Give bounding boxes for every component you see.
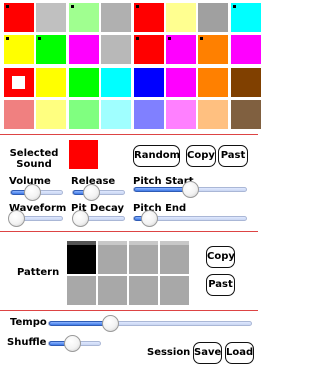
paste-sound-button[interactable]: Past bbox=[218, 145, 248, 167]
pattern-step[interactable] bbox=[67, 245, 96, 274]
slider-thumb[interactable] bbox=[8, 210, 26, 227]
sound-cell[interactable] bbox=[230, 35, 261, 65]
pitch-decay-slider[interactable] bbox=[71, 210, 125, 227]
pattern-grid bbox=[67, 241, 191, 305]
pattern-playhead-segment bbox=[98, 241, 127, 245]
sound-cell[interactable] bbox=[68, 35, 99, 65]
shuffle-label: Shuffle bbox=[7, 337, 47, 348]
release-slider[interactable] bbox=[72, 184, 125, 201]
sound-cell[interactable] bbox=[36, 35, 67, 65]
sound-assigned-dot-icon bbox=[38, 37, 42, 41]
save-button[interactable]: Save bbox=[193, 342, 222, 364]
pattern-playhead-segment bbox=[160, 241, 189, 245]
load-button[interactable]: Load bbox=[225, 342, 254, 364]
sound-cell[interactable] bbox=[166, 100, 196, 130]
session-label: Session bbox=[147, 347, 191, 358]
sound-cell[interactable] bbox=[101, 35, 132, 65]
sound-cell[interactable] bbox=[36, 100, 67, 130]
sound-assigned-dot-icon bbox=[6, 37, 9, 41]
sound-cell[interactable] bbox=[166, 67, 196, 97]
sound-cell[interactable] bbox=[166, 35, 196, 65]
sound-assigned-dot-icon bbox=[70, 5, 74, 8]
sound-cell[interactable] bbox=[101, 100, 132, 130]
slider-thumb[interactable] bbox=[140, 210, 158, 227]
section-divider bbox=[0, 310, 258, 311]
pattern-step[interactable] bbox=[160, 245, 189, 274]
slider-thumb[interactable] bbox=[101, 315, 119, 332]
pattern-playhead-segment bbox=[129, 241, 158, 245]
sound-cell[interactable] bbox=[68, 3, 99, 32]
pitch-end-label: Pitch End bbox=[133, 203, 187, 214]
volume-slider[interactable] bbox=[10, 184, 63, 201]
sound-cell[interactable] bbox=[198, 35, 229, 65]
pattern-step[interactable] bbox=[67, 276, 96, 305]
pattern-step[interactable] bbox=[129, 276, 158, 305]
pattern-playhead-segment bbox=[67, 241, 96, 245]
pitch-start-slider[interactable] bbox=[133, 181, 247, 198]
paste-pattern-button[interactable]: Past bbox=[206, 274, 235, 296]
sound-palette-grid bbox=[4, 3, 261, 130]
pattern-step[interactable] bbox=[98, 276, 127, 305]
selected-sound-swatch bbox=[69, 140, 98, 169]
pattern-label: Pattern bbox=[17, 267, 60, 278]
sound-assigned-dot-icon bbox=[6, 5, 9, 8]
slider-fill bbox=[49, 321, 110, 326]
sound-cell[interactable] bbox=[198, 100, 229, 130]
section-divider bbox=[0, 134, 258, 135]
sound-cell[interactable] bbox=[36, 67, 67, 97]
copy-pattern-button[interactable]: Copy bbox=[206, 246, 235, 268]
tempo-label: Tempo bbox=[10, 317, 47, 328]
sound-cell[interactable] bbox=[230, 67, 261, 97]
sound-assigned-dot-icon bbox=[232, 5, 236, 8]
sound-cell[interactable] bbox=[101, 3, 132, 32]
sound-cell[interactable] bbox=[133, 3, 164, 32]
shuffle-slider[interactable] bbox=[48, 335, 101, 352]
sound-assigned-dot-icon bbox=[135, 5, 139, 8]
sound-cell[interactable] bbox=[230, 3, 261, 32]
sound-cell[interactable] bbox=[4, 35, 34, 65]
sound-cell[interactable] bbox=[230, 100, 261, 130]
sound-cell[interactable] bbox=[133, 100, 164, 130]
sound-cell[interactable] bbox=[133, 67, 164, 97]
sound-cell[interactable] bbox=[133, 35, 164, 65]
sound-cell[interactable] bbox=[68, 100, 99, 130]
slider-thumb[interactable] bbox=[63, 335, 81, 352]
selected-marker-icon bbox=[12, 75, 25, 89]
selected-sound-text: Selected Sound bbox=[9, 148, 59, 170]
sound-cell[interactable] bbox=[4, 100, 34, 130]
random-button[interactable]: Random bbox=[133, 145, 180, 167]
slider-thumb[interactable] bbox=[182, 181, 199, 198]
slider-thumb[interactable] bbox=[71, 210, 89, 227]
pattern-step[interactable] bbox=[129, 245, 158, 274]
slider-thumb[interactable] bbox=[82, 184, 100, 201]
sound-assigned-dot-icon bbox=[168, 37, 171, 41]
section-divider bbox=[0, 231, 258, 232]
sound-assigned-dot-icon bbox=[135, 37, 139, 41]
tempo-slider[interactable] bbox=[48, 315, 252, 332]
waveform-slider[interactable] bbox=[8, 210, 63, 227]
pattern-step[interactable] bbox=[98, 245, 127, 274]
sound-cell[interactable] bbox=[36, 3, 67, 32]
sound-cell[interactable] bbox=[166, 3, 196, 32]
slider-thumb[interactable] bbox=[24, 184, 42, 201]
sound-cell[interactable] bbox=[4, 67, 34, 97]
pattern-step[interactable] bbox=[160, 276, 189, 305]
sound-cell[interactable] bbox=[4, 3, 34, 32]
selected-sound-label: Selected Sound bbox=[4, 148, 64, 170]
pitch-end-slider[interactable] bbox=[133, 210, 247, 227]
sound-cell[interactable] bbox=[198, 67, 229, 97]
sound-cell[interactable] bbox=[198, 3, 229, 32]
sound-cell[interactable] bbox=[68, 67, 99, 97]
sound-assigned-dot-icon bbox=[200, 37, 204, 41]
copy-sound-button[interactable]: Copy bbox=[186, 145, 216, 167]
sound-cell[interactable] bbox=[101, 67, 132, 97]
